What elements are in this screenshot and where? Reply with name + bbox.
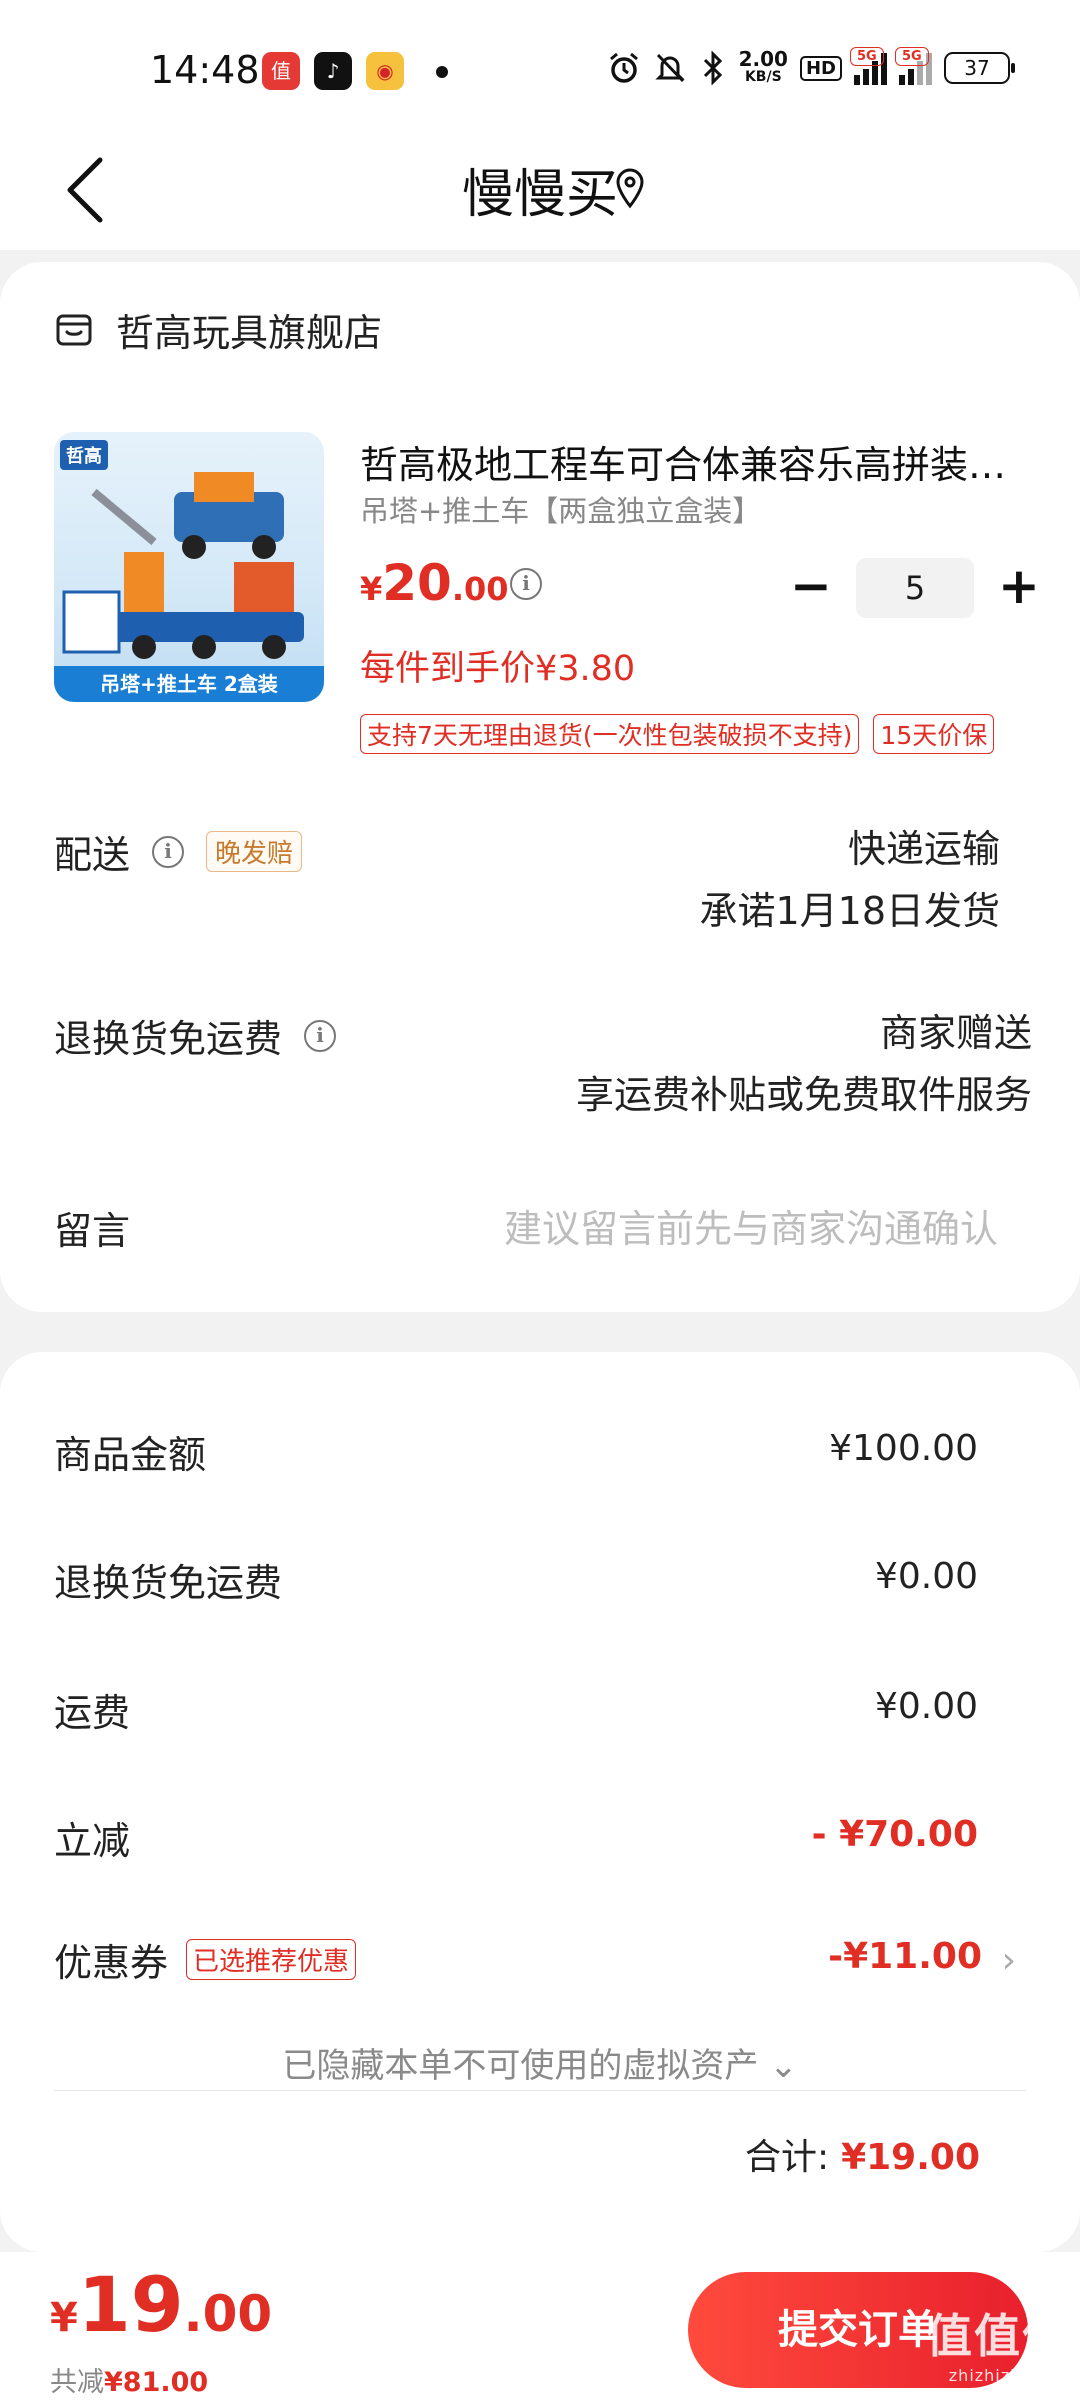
delivery-label: 配送 (54, 833, 131, 877)
alarm-icon (609, 52, 638, 83)
location-pin-icon[interactable] (612, 166, 648, 212)
return-fee-value: ¥0.00 (874, 1556, 978, 1597)
signal-icon: 5G (850, 47, 887, 85)
watermark: 值值值 zhizhizhi.com (926, 2309, 1070, 2385)
status-bar: 14:48 值 ♪ ◉ 2.00 KB/S HD 5G 5G 37 (0, 0, 1080, 130)
battery-icon: 37 (944, 52, 1015, 84)
notification-dot (436, 66, 448, 78)
coupon-label-group: 优惠券 已选推荐优惠 (54, 1932, 357, 1987)
instant-discount-row: 立减 - ¥70.00 (54, 1810, 1080, 1870)
return-shipping-row[interactable]: 退换货免运费 i (54, 1008, 337, 1063)
mute-icon (655, 53, 685, 83)
shipping-fee-value: ¥0.00 (874, 1686, 978, 1727)
delivery-promise: 承诺1月18日发货 (699, 889, 1000, 933)
return-fee-row: 退换货免运费 ¥0.00 (54, 1552, 1080, 1612)
signal-icon: 5G (895, 47, 932, 85)
return-fee-label: 退换货免运费 (54, 1561, 283, 1605)
product-image-caption: 吊塔+推土车 2盒装 (54, 666, 324, 702)
quantity-input[interactable]: 5 (856, 558, 974, 618)
return-shipping-label: 退换货免运费 (54, 1017, 283, 1061)
product-price: ¥20.00 (360, 554, 509, 612)
smzdm-app-icon: 值 (262, 52, 300, 90)
bluetooth-icon (703, 51, 722, 85)
divider (54, 2090, 1026, 2091)
return-shipping-desc: 享运费补贴或免费取件服务 (575, 1073, 1032, 1117)
store-name: 哲高玩具旗舰店 (116, 311, 383, 355)
total-saved: 共减¥81.00 (50, 2367, 209, 2398)
increase-button[interactable]: + (994, 558, 1044, 618)
hidden-assets-toggle[interactable]: 已隐藏本单不可使用的虚拟资产 ⌄ (0, 2038, 1080, 2087)
delivery-info-icon[interactable]: i (152, 835, 185, 868)
store-icon (56, 314, 92, 345)
subtotal-label: 合计: (744, 2137, 830, 2178)
hd-icon: HD (799, 55, 842, 81)
tiktok-app-icon: ♪ (314, 52, 352, 90)
coupon-label: 优惠券 (54, 1941, 169, 1985)
goods-amount-row: 商品金额 ¥100.00 (54, 1424, 1080, 1484)
page-title: 慢慢买 (461, 165, 618, 225)
goods-amount-value: ¥100.00 (829, 1428, 978, 1469)
net-speed: 2.00 KB/S (738, 47, 788, 85)
coupon-row[interactable]: 优惠券 已选推荐优惠 -¥11.00 › (54, 1932, 1080, 1992)
store-row[interactable]: 哲高玩具旗舰店 (54, 302, 382, 357)
instant-discount-value: - ¥70.00 (811, 1814, 978, 1855)
product-spec[interactable]: 吊塔+推土车【两盒独立盒装】 (360, 488, 761, 530)
shipping-fee-label: 运费 (54, 1691, 131, 1735)
price-protect-tag: 15天价保 (873, 714, 995, 754)
message-label: 留言 (54, 1209, 131, 1253)
order-card: 哲高玩具旗舰店 哲高 吊塔+推土车 2盒装 哲高极地工程车可合体兼容乐高拼装积木… (0, 262, 1080, 1312)
service-tags: 支持7天无理由退货(一次性包装破损不支持) 15天价保 (360, 714, 995, 754)
return-policy-tag: 支持7天无理由退货(一次性包装破损不支持) (360, 714, 860, 754)
coupon-value: -¥11.00 (828, 1936, 982, 1977)
subtotal-value: ¥19.00 (841, 2137, 980, 2178)
toy-vehicle-illustration (62, 472, 304, 659)
goods-amount-label: 商品金额 (54, 1433, 207, 1477)
return-shipping-provider: 商家赠送 (879, 1011, 1032, 1055)
return-shipping-info-icon[interactable]: i (304, 1019, 337, 1052)
late-compensation-badge: 晚发赔 (206, 831, 303, 872)
delivery-value: 快递运输 承诺1月18日发货 (699, 818, 1000, 942)
subtotal: 合计: ¥19.00 (745, 2128, 980, 2180)
chevron-right-icon[interactable]: › (1002, 1940, 1016, 1981)
decrease-button[interactable]: − (786, 558, 836, 618)
product-title[interactable]: 哲高极地工程车可合体兼容乐高拼装积木 (360, 434, 1020, 489)
unit-price: 每件到手价¥3.80 (360, 649, 636, 689)
delivery-method: 快递运输 (847, 827, 1000, 871)
bottom-bar: ¥19.00 共减¥81.00 提交订单 值值值 zhizhizhi.com (0, 2252, 1080, 2400)
status-time: 14:48 (150, 48, 260, 92)
instant-discount-label: 立减 (54, 1819, 131, 1863)
page-header: 慢慢买 (0, 130, 1080, 250)
shipping-fee-row: 运费 ¥0.00 (54, 1682, 1080, 1742)
status-icons: 2.00 KB/S HD 5G 5G 37 (607, 47, 1015, 86)
product-image[interactable]: 哲高 吊塔+推土车 2盒装 (54, 432, 324, 702)
weibo-app-icon: ◉ (366, 52, 404, 90)
message-input[interactable]: 建议留言前先与商家沟通确认 (504, 1198, 998, 1253)
price-info-icon[interactable]: i (510, 568, 542, 600)
delivery-row[interactable]: 配送 i 晚发赔 (54, 824, 303, 879)
amount-card (0, 1352, 1080, 2252)
quantity-stepper: − 5 + (786, 558, 1044, 618)
return-shipping-value: 商家赠送 享运费补贴或免费取件服务 (576, 1002, 1032, 1126)
coupon-badge: 已选推荐优惠 (186, 1939, 357, 1980)
total-price: ¥19.00 (50, 2260, 273, 2349)
